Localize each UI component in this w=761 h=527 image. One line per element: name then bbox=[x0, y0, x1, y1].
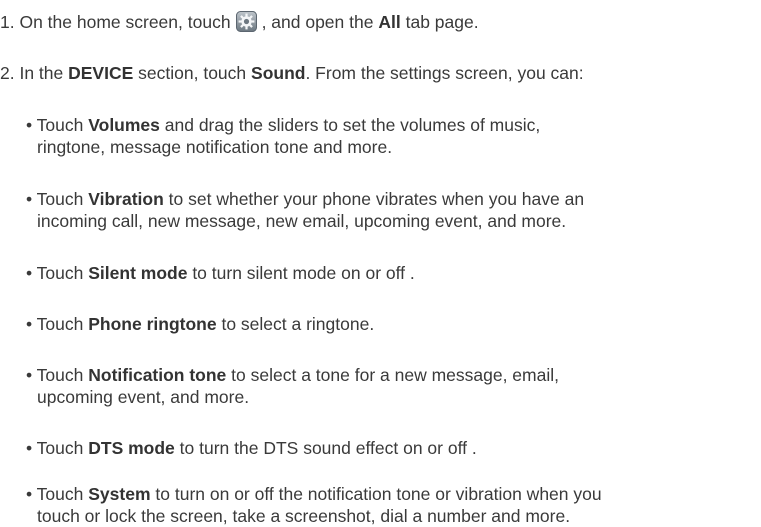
bullet-bold: Notification tone bbox=[88, 365, 227, 385]
bullet-bold: Volumes bbox=[88, 115, 160, 135]
bullet-text: to turn the DTS sound effect on or off . bbox=[179, 438, 477, 458]
bullet-text: and drag the sliders to set the volumes … bbox=[164, 115, 541, 135]
bullet-bold: Silent mode bbox=[88, 263, 188, 283]
step-2-bold-2: Sound bbox=[251, 63, 306, 83]
bullet-text: to select a ringtone. bbox=[221, 314, 375, 334]
bullet-text-line-2: ringtone, message notification tone and … bbox=[37, 137, 393, 157]
bullet-phone-ringtone: • Touch Phone ringtone to select a ringt… bbox=[26, 313, 374, 335]
bullet-prefix: • Touch bbox=[26, 484, 84, 504]
bullet-text: to select a tone for a new message, emai… bbox=[231, 365, 559, 385]
step-2-text-3: . From the settings screen, you can: bbox=[305, 63, 584, 83]
bullet-dts-mode: • Touch DTS mode to turn the DTS sound e… bbox=[26, 437, 477, 459]
step-1-text-2: , and open the bbox=[261, 12, 374, 32]
step-2-text-2: section, touch bbox=[138, 63, 247, 83]
bullet-system: • Touch System to turn on or off the not… bbox=[26, 483, 602, 527]
bullet-prefix: • Touch bbox=[26, 314, 84, 334]
bullet-silent-mode: • Touch Silent mode to turn silent mode … bbox=[26, 262, 415, 284]
bullet-bold: Vibration bbox=[88, 189, 164, 209]
step-1-text-3: tab page. bbox=[405, 12, 479, 32]
instruction-document: 1. On the home screen, touch , and open … bbox=[0, 0, 761, 526]
bullet-vibration: • Touch Vibration to set whether your ph… bbox=[26, 188, 584, 232]
step-1: 1. On the home screen, touch , and open … bbox=[0, 11, 479, 33]
bullet-bold: System bbox=[88, 484, 151, 504]
bullet-text-line-2: touch or lock the screen, take a screens… bbox=[37, 506, 571, 526]
bullet-prefix: • Touch bbox=[26, 438, 84, 458]
bullet-text-line-2: incoming call, new message, new email, u… bbox=[37, 211, 567, 231]
bullet-prefix: • Touch bbox=[26, 115, 84, 135]
bullet-bold: Phone ringtone bbox=[88, 314, 217, 334]
step-1-text: 1. On the home screen, touch bbox=[0, 12, 231, 32]
bullet-prefix: • Touch bbox=[26, 263, 84, 283]
bullet-prefix: • Touch bbox=[26, 189, 84, 209]
step-2-bold-1: DEVICE bbox=[68, 63, 134, 83]
bullet-text: to turn silent mode on or off . bbox=[192, 263, 415, 283]
step-2-text: 2. In the bbox=[0, 63, 64, 83]
step-2: 2. In the DEVICE section, touch Sound. F… bbox=[0, 62, 584, 84]
bullet-volumes: • Touch Volumes and drag the sliders to … bbox=[26, 114, 540, 158]
bullet-text-line-2: upcoming event, and more. bbox=[37, 387, 250, 407]
bullet-text: to turn on or off the notification tone … bbox=[155, 484, 602, 504]
bullet-bold: DTS mode bbox=[88, 438, 175, 458]
settings-gear-icon bbox=[235, 11, 257, 32]
bullet-text: to set whether your phone vibrates when … bbox=[168, 189, 585, 209]
bullet-prefix: • Touch bbox=[26, 365, 84, 385]
step-1-bold: All bbox=[378, 12, 401, 32]
bullet-notification-tone: • Touch Notification tone to select a to… bbox=[26, 364, 559, 408]
